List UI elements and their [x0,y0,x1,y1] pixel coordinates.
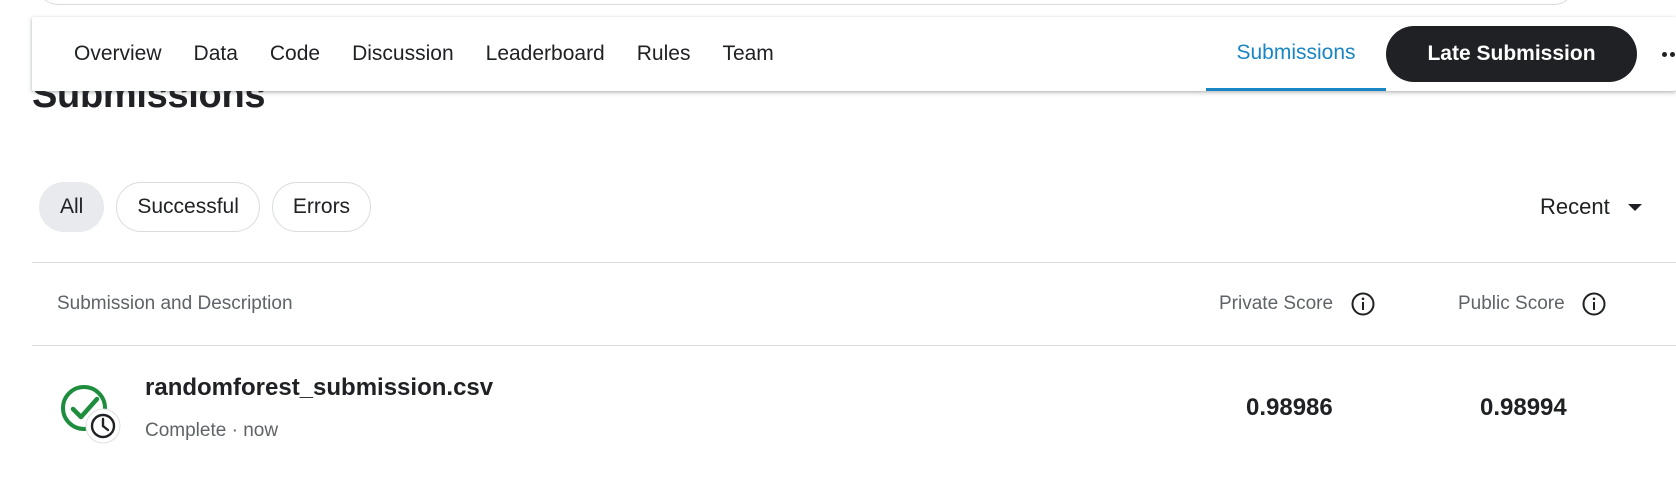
divider [32,262,1676,263]
info-icon[interactable] [1350,291,1376,317]
private-score-value: 0.98986 [1246,394,1333,421]
tab-list: Overview Data Code Discussion Leaderboar… [32,17,806,91]
competition-tab-bar: Overview Data Code Discussion Leaderboar… [32,17,1676,91]
info-icon[interactable] [1581,291,1607,317]
submission-file-name[interactable]: randomforest_submission.csv [145,374,493,402]
late-submission-button[interactable]: Late Submission [1386,26,1637,82]
tab-data[interactable]: Data [194,17,238,91]
header-private-score: Private Score [1219,293,1334,314]
tab-discussion[interactable]: Discussion [352,17,454,91]
tab-team[interactable]: Team [722,17,773,91]
header-public-score: Public Score [1458,293,1565,314]
header-submission-description: Submission and Description [57,293,293,314]
check-circle-clock-icon [61,385,121,444]
tab-overview[interactable]: Overview [74,17,162,91]
public-score-value: 0.98994 [1480,394,1567,421]
caret-down-icon [1627,203,1642,211]
tab-leaderboard[interactable]: Leaderboard [486,17,605,91]
divider [32,345,1676,346]
submission-filters: All Successful Errors [39,182,383,232]
tab-code[interactable]: Code [270,17,320,91]
sort-label: Recent [1540,194,1610,219]
sort-dropdown[interactable]: Recent [1540,190,1642,224]
filter-errors-chip[interactable]: Errors [271,182,372,232]
submission-status-meta: Complete · now [145,420,279,441]
tab-rules[interactable]: Rules [637,17,691,91]
filter-successful-chip[interactable]: Successful [116,182,260,232]
more-horizontal-icon[interactable] [1652,39,1676,69]
search-bar[interactable] [36,0,1576,5]
filter-all-chip[interactable]: All [39,182,105,232]
tab-submissions[interactable]: Submissions [1206,17,1386,91]
